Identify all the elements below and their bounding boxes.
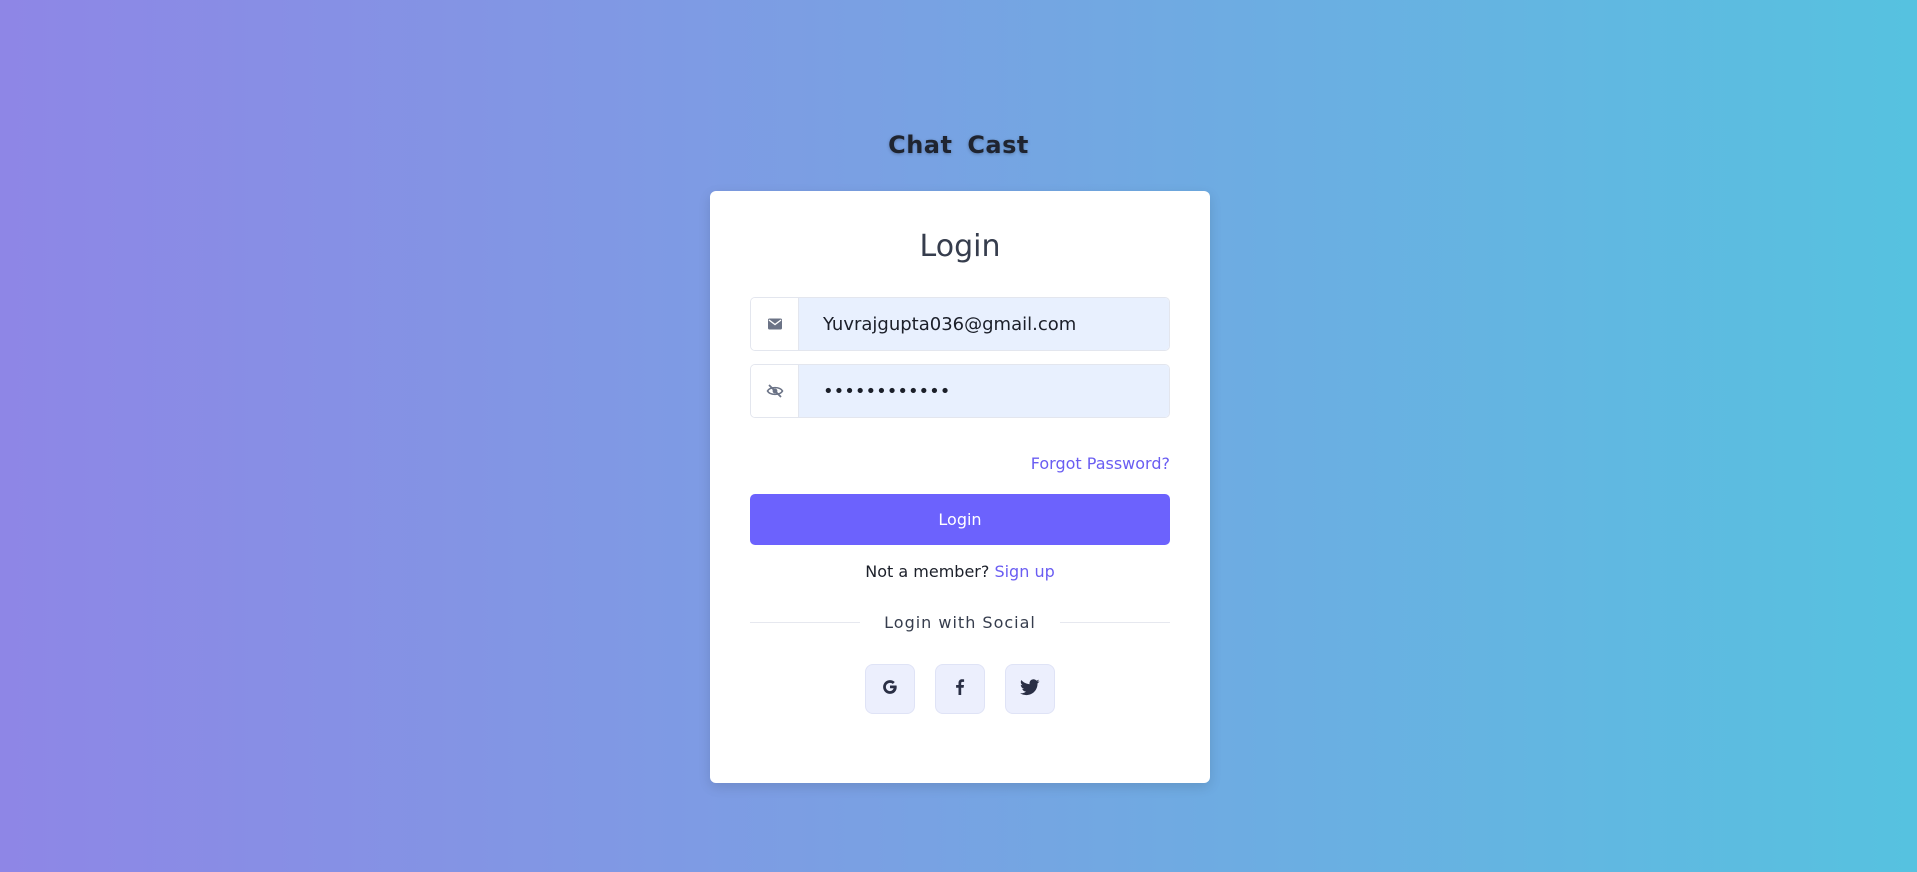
social-divider: Login with Social: [750, 613, 1170, 632]
signup-prompt: Not a member? Sign up: [710, 562, 1210, 581]
google-icon: [880, 677, 900, 701]
signup-link[interactable]: Sign up: [994, 562, 1054, 581]
mail-icon: [751, 298, 799, 350]
facebook-login-button[interactable]: [935, 664, 985, 714]
google-login-button[interactable]: [865, 664, 915, 714]
email-field: [750, 297, 1170, 351]
divider-line-right: [1059, 622, 1170, 623]
password-input[interactable]: [799, 365, 1169, 417]
twitter-icon: [1019, 677, 1041, 701]
eye-off-icon[interactable]: [751, 365, 799, 417]
login-card: Login Forgot Password? Login Not a membe…: [710, 191, 1210, 783]
member-prompt-text: Not a member?: [865, 562, 990, 581]
twitter-login-button[interactable]: [1005, 664, 1055, 714]
login-title: Login: [919, 229, 1001, 264]
app-brand-title: Chat Cast: [888, 131, 1029, 159]
divider-line-left: [750, 622, 861, 623]
forgot-password-link[interactable]: Forgot Password?: [1031, 454, 1170, 473]
login-button[interactable]: Login: [750, 494, 1170, 545]
social-buttons: [710, 664, 1210, 714]
facebook-icon: [950, 677, 970, 701]
social-login-label: Login with Social: [884, 613, 1036, 632]
email-input[interactable]: [799, 298, 1169, 350]
password-field: [750, 364, 1170, 418]
